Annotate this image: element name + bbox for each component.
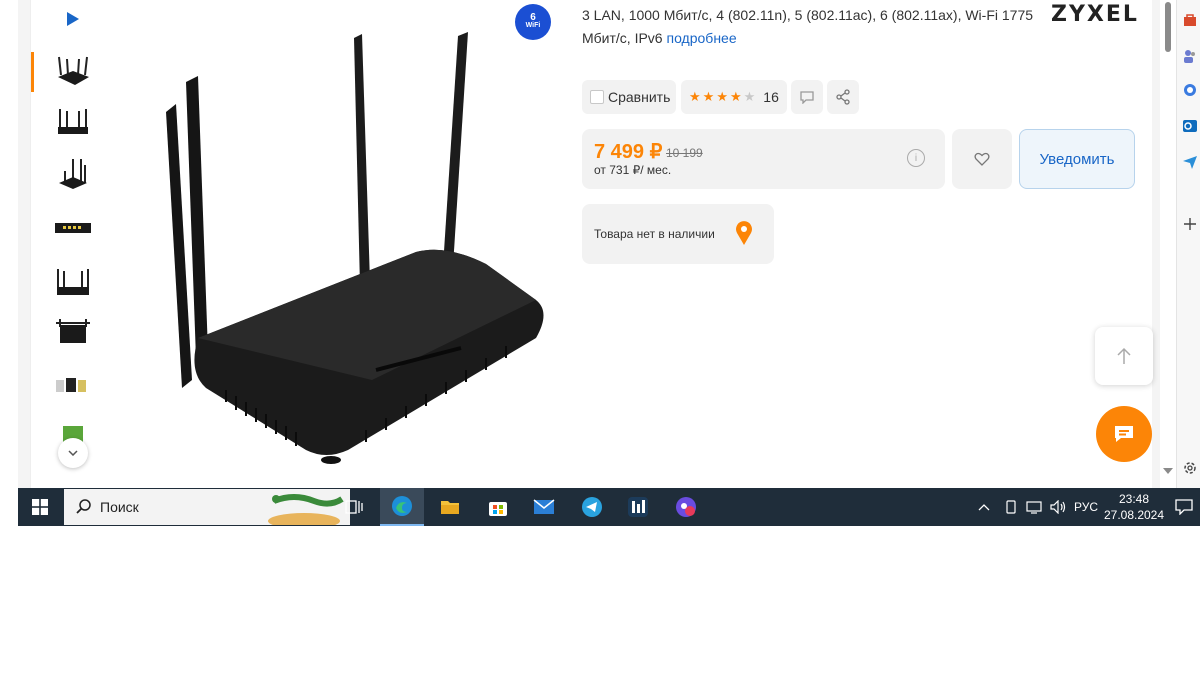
wifi6-badge-number: 6 (530, 12, 536, 23)
share-icon (836, 89, 850, 105)
notifications-button[interactable] (1168, 488, 1200, 526)
volume-icon[interactable] (1050, 500, 1066, 514)
scroll-down-arrow-icon[interactable] (1163, 468, 1173, 474)
thumbnail-package-contents[interactable] (53, 366, 93, 406)
language-indicator[interactable]: РУС (1074, 500, 1098, 514)
thumbnail-router-top[interactable] (53, 312, 93, 352)
product-spec-summary: 3 LAN, 1000 Мбит/с, 4 (802.11n), 5 (802.… (582, 4, 1052, 50)
search-icon (76, 499, 91, 514)
task-view-icon (345, 500, 363, 514)
windows-logo-icon (32, 499, 48, 515)
price-credit[interactable]: от 731 ₽/ мес. (594, 163, 671, 177)
system-tray: РУС (978, 488, 1098, 526)
taskbar-edge[interactable] (380, 488, 424, 526)
taskbar-search-box[interactable]: Поиск (64, 489, 350, 525)
comment-icon (800, 91, 814, 104)
wifi6-badge: 6 WiFi (515, 4, 551, 40)
shopping-icon[interactable] (1182, 12, 1198, 28)
product-main-image[interactable] (126, 20, 546, 470)
notification-icon (1175, 499, 1193, 515)
task-view-button[interactable] (332, 488, 376, 526)
location-pin-icon[interactable] (734, 220, 754, 246)
scrollbar-thumb[interactable] (1165, 2, 1171, 52)
price-old: 10 199 (666, 146, 703, 160)
thumbnails-scroll-down-button[interactable] (58, 438, 88, 468)
copilot-icon[interactable] (1182, 82, 1198, 98)
taskbar-app-messenger[interactable] (664, 488, 708, 526)
clock-time: 23:48 (1118, 492, 1150, 506)
taskbar-clock[interactable]: 23:48 27.08.2024 (1096, 491, 1172, 523)
info-icon[interactable]: i (907, 149, 925, 167)
star-icon: ★ (716, 89, 728, 104)
network-icon[interactable] (1026, 500, 1042, 514)
chat-icon (1115, 426, 1133, 442)
chat-button[interactable] (1096, 406, 1152, 462)
taskbar-store[interactable] (476, 488, 520, 526)
heart-icon (974, 152, 990, 166)
windows-taskbar: Поиск РУС 23:48 27.08.2024 (18, 488, 1200, 526)
star-icon: ★ (729, 89, 742, 104)
thumbnail-router-back[interactable] (53, 208, 93, 248)
rating-button[interactable]: ★ ★ ★ ★ ★ 16 (681, 80, 787, 114)
gear-icon[interactable] (1182, 460, 1198, 476)
thumbnail-router-1[interactable] (53, 52, 93, 92)
chevron-down-icon (68, 450, 78, 456)
star-icon: ★ (689, 89, 701, 104)
browser-viewport: 6 WiFi 3 LAN, 1000 Мбит/с, 4 (802.11n), … (18, 0, 1160, 488)
questions-button[interactable] (791, 80, 823, 114)
arrow-up-icon (1117, 347, 1131, 364)
spec-more-link[interactable]: подробнее (667, 30, 737, 46)
wifi6-badge-text: WiFi (525, 22, 541, 29)
compare-checkbox[interactable] (590, 90, 604, 104)
wishlist-button[interactable] (952, 129, 1012, 189)
share-button[interactable] (827, 80, 859, 114)
clock-date: 27.08.2024 (1103, 508, 1165, 522)
people-icon[interactable] (1182, 48, 1198, 64)
outlook-icon[interactable] (1182, 118, 1198, 134)
screen: 6 WiFi 3 LAN, 1000 Мбит/с, 4 (802.11n), … (0, 0, 1200, 675)
thumbnail-active-indicator (31, 52, 34, 92)
taskbar-app-bars[interactable] (616, 488, 660, 526)
thumbnail-column (31, 0, 115, 488)
send-icon[interactable] (1182, 154, 1198, 170)
chevron-up-icon[interactable] (978, 503, 990, 511)
thumbnail-router-2[interactable] (53, 102, 93, 142)
device-icon[interactable] (1004, 500, 1018, 514)
taskbar-search-label: Поиск (100, 499, 139, 515)
star-icon: ★ (702, 89, 715, 104)
scroll-to-top-button[interactable] (1095, 327, 1153, 385)
telegram-icon (582, 497, 602, 517)
browser-sidebar (1176, 0, 1200, 488)
edge-icon (392, 496, 412, 516)
taskbar-explorer[interactable] (428, 488, 472, 526)
notify-button[interactable]: Уведомить (1019, 129, 1135, 189)
mail-icon (533, 499, 555, 514)
compare-label: Сравнить (608, 89, 671, 105)
messenger-icon (676, 497, 696, 517)
price-block: 7 499 ₽ 10 199 от 731 ₽/ мес. i (582, 129, 945, 189)
taskbar-mail[interactable] (522, 488, 566, 526)
start-button[interactable] (18, 488, 62, 526)
spec-text: 3 LAN, 1000 Мбит/с, 4 (802.11n), 5 (802.… (582, 7, 1034, 46)
add-icon[interactable] (1182, 216, 1198, 232)
store-icon (489, 502, 507, 516)
bars-app-icon (628, 497, 648, 517)
folder-icon (441, 501, 459, 514)
taskbar-telegram[interactable] (570, 488, 614, 526)
price-current: 7 499 ₽ (594, 141, 663, 163)
product-card: 6 WiFi 3 LAN, 1000 Мбит/с, 4 (802.11n), … (30, 0, 1153, 488)
video-play-icon[interactable] (53, 4, 93, 34)
rating-count: 16 (763, 89, 779, 105)
stock-status-text: Товара нет в наличии (594, 227, 715, 241)
thumbnail-router-3[interactable] (53, 154, 93, 194)
compare-button[interactable]: Сравнить (582, 80, 676, 114)
page-scrollbar[interactable] (1160, 0, 1176, 488)
brand-logo[interactable]: ZYXEL (1051, 2, 1139, 27)
stock-status-block: Товара нет в наличии (582, 204, 774, 264)
thumbnail-router-4[interactable] (53, 262, 93, 302)
star-empty-icon: ★ (743, 89, 756, 104)
